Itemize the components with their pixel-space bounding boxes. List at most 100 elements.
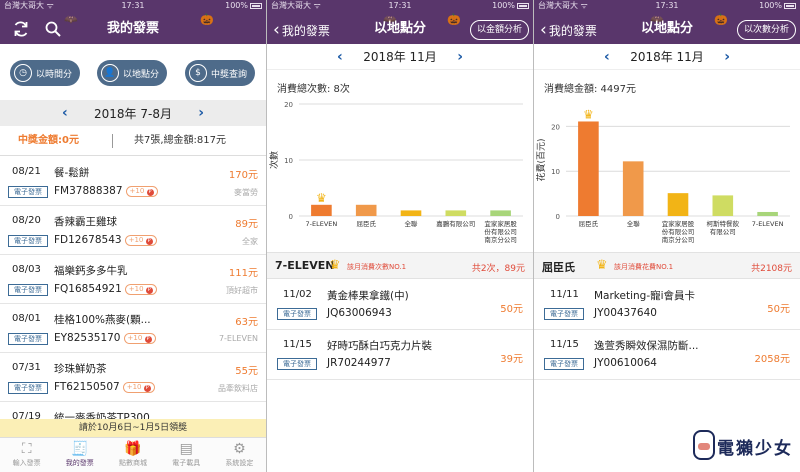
top-store-header: 屈臣氏 ♛ 該月消費花費NO.1 共2108元 bbox=[534, 252, 800, 279]
points-badge: +10 P bbox=[122, 381, 155, 393]
battery-label: 100% bbox=[225, 1, 248, 10]
receipt-row[interactable]: 11/02 黃金棒果拿鐵(中) 電子發票 JQ63006943 50元 bbox=[267, 280, 533, 330]
receipt-amount: 50元 bbox=[767, 304, 790, 315]
receipt-row[interactable]: 07/31 珍珠鮮奶茶 55元 電子發票 FT62150507 +10 P 品牽飲… bbox=[0, 353, 266, 402]
receipt-item: 福樂鈣多多牛乳 bbox=[54, 265, 128, 277]
period-selector: ‹ 2018年 11月 › bbox=[267, 44, 533, 70]
receipt-amount: 170元 bbox=[228, 170, 258, 181]
receipt-row[interactable]: 08/20 香辣霸王雞球 89元 電子發票 FD12678543 +10 P 全家 bbox=[0, 206, 266, 255]
receipt-number: FT62150507 +10 P bbox=[54, 381, 155, 393]
receipt-date: 11/02 bbox=[283, 289, 312, 300]
card-icon: ▤ bbox=[179, 441, 193, 457]
points-badge-text: +10 bbox=[127, 333, 143, 342]
receipt-number: FM37888387 +10 P bbox=[54, 185, 158, 197]
bottom-tab-bar: ⛶ 輸入發票 🧾 我的發票 🎁 點數商城 ▤ 電子載具 ⚙ 系統設定 bbox=[0, 437, 266, 472]
receipt-date: 08/21 bbox=[12, 166, 41, 177]
points-badge-text: +10 bbox=[128, 235, 144, 244]
sort-by-location-button[interactable]: 👤 以地點分 bbox=[97, 60, 167, 86]
x-tick-label: 全聯 bbox=[405, 219, 419, 228]
prize-total: 中獎金額:0元 bbox=[18, 135, 79, 146]
receipt-number-text: FQ16854921 bbox=[54, 283, 122, 295]
prize-check-button[interactable]: $ 中獎查詢 bbox=[185, 60, 255, 86]
gear-icon: ⚙ bbox=[233, 441, 246, 457]
receipt-store: 全家 bbox=[242, 237, 258, 246]
period-selector: ‹ 2018年 7-8月 › bbox=[0, 100, 266, 126]
bar bbox=[667, 193, 689, 216]
receipt-item: 黃金棒果拿鐵(中) bbox=[327, 290, 409, 302]
spending-chart-svg: 花費(百元) 0 10 20 ♛ 屈臣氏 全聯 宜家家居股份有限公司南京分公司 柯斯特餐飲有限公… bbox=[535, 107, 790, 244]
prev-period-icon[interactable]: ‹ bbox=[604, 44, 610, 70]
tab-points-mall[interactable]: 🎁 點數商城 bbox=[106, 438, 159, 472]
period-label: 2018年 11月 bbox=[363, 50, 437, 64]
invoice-total: 共7張,總金額:817元 bbox=[134, 135, 226, 146]
battery-label: 100% bbox=[759, 1, 782, 10]
receipt-row[interactable]: 08/01 桂格100%燕麥(顆... 63元 電子發票 EY82535170 +… bbox=[0, 304, 266, 353]
receipt-number: JR70244977 bbox=[327, 357, 391, 369]
receipt-item: 珍珠鮮奶茶 bbox=[54, 363, 107, 375]
bar bbox=[622, 161, 644, 216]
period-selector: ‹ 2018年 11月 › bbox=[534, 44, 800, 70]
analysis-toggle-button[interactable]: 以金額分析 bbox=[469, 20, 529, 40]
next-period-icon[interactable]: › bbox=[724, 44, 730, 70]
bar bbox=[311, 204, 332, 216]
receipt-amount: 111元 bbox=[228, 268, 258, 279]
y-tick-label: 0 bbox=[289, 213, 293, 221]
points-badge-text: +10 bbox=[128, 284, 144, 293]
bar bbox=[445, 210, 467, 216]
receipt-date: 07/31 bbox=[12, 362, 41, 373]
receipt-store: 品牽飲料店 bbox=[218, 384, 258, 393]
bar bbox=[578, 121, 599, 216]
prize-claim-notice: 請於10月6日~1月5日領獎 bbox=[0, 419, 266, 437]
receipt-amount: 63元 bbox=[235, 317, 258, 328]
e-invoice-tag: 電子發票 bbox=[277, 308, 317, 320]
analysis-toggle-button[interactable]: 以次數分析 bbox=[736, 20, 796, 40]
spending-chart: 消費總金額: 4497元 花費(百元) 0 10 20 ♛ 屈臣氏 全聯 宜家家居股 份有限公司… bbox=[534, 76, 800, 246]
sort-by-time-button[interactable]: ◷ 以時間分 bbox=[10, 60, 80, 86]
e-invoice-tag: 電子發票 bbox=[8, 284, 48, 296]
tab-carrier[interactable]: ▤ 電子載具 bbox=[160, 438, 213, 472]
header-bar: 台灣大哥大 ᯤ 17:31 100% 🦇 🎃 我的發票 bbox=[0, 0, 266, 44]
receipt-row[interactable]: 08/03 福樂鈣多多牛乳 111元 電子發票 FQ16854921 +10 P … bbox=[0, 255, 266, 304]
receipt-amount: 89元 bbox=[235, 219, 258, 230]
points-icon: P bbox=[145, 237, 153, 245]
receipt-row[interactable]: 11/15 好時巧酥白巧克力片裝 電子發票 JR70244977 39元 bbox=[267, 330, 533, 380]
y-tick-label: 20 bbox=[284, 101, 293, 109]
points-badge: +10 P bbox=[124, 234, 157, 246]
visit-count-chart: 消費總次數: 8次 次數 0 10 20 ♛ 7-ELEVEN 屈臣氏 全聯 嘉鵬有限公司 宜家家… bbox=[267, 76, 533, 246]
receipt-number: FQ16854921 +10 P bbox=[54, 283, 157, 295]
receipt-number-text: FM37888387 bbox=[54, 185, 123, 197]
receipt-row[interactable]: 11/11 Marketing-寵i會員卡 電子發票 JY00437640 50… bbox=[534, 280, 800, 330]
tab-label: 電子載具 bbox=[172, 459, 201, 467]
x-tick-label: 有限公司 bbox=[710, 227, 736, 236]
receipt-row[interactable]: 08/21 餐-鬆餅 170元 電子發票 FM37888387 +10 P 麥當勞 bbox=[0, 157, 266, 206]
prev-period-icon[interactable]: ‹ bbox=[337, 44, 343, 70]
tab-my-invoices[interactable]: 🧾 我的發票 bbox=[53, 438, 106, 472]
tab-input-invoice[interactable]: ⛶ 輸入發票 bbox=[0, 438, 53, 472]
summary-bar: 中獎金額:0元 共7張,總金額:817元 bbox=[0, 126, 266, 156]
points-icon: P bbox=[145, 286, 153, 294]
receipt-number: FD12678543 +10 P bbox=[54, 234, 157, 246]
clock-icon: ◷ bbox=[14, 64, 32, 82]
next-period-icon[interactable]: › bbox=[198, 100, 204, 126]
receipt-number: JQ63006943 bbox=[327, 307, 392, 319]
receipt-number: JY00610064 bbox=[594, 357, 657, 369]
chart-summary-label: 消費總次數: 8次 bbox=[277, 84, 350, 95]
receipt-row[interactable]: 11/15 逸萱秀瞬效保濕防斷... 電子發票 JY00610064 2058元 bbox=[534, 330, 800, 380]
receipt-number-text: EY82535170 bbox=[54, 332, 121, 344]
tab-settings[interactable]: ⚙ 系統設定 bbox=[213, 438, 266, 472]
points-icon: P bbox=[144, 335, 152, 343]
receipt-amount: 2058元 bbox=[754, 354, 790, 365]
watermark-logo: 電獺少女 bbox=[693, 424, 793, 468]
x-tick-label: 宜家家居股 bbox=[662, 219, 695, 228]
top-store-stat: 共2108元 bbox=[751, 264, 792, 274]
person-icon: 👤 bbox=[101, 64, 119, 82]
prev-period-icon[interactable]: ‹ bbox=[62, 100, 68, 126]
points-badge: +10 P bbox=[125, 185, 158, 197]
battery-icon bbox=[250, 3, 262, 9]
receipt-date: 08/20 bbox=[12, 215, 41, 226]
next-period-icon[interactable]: › bbox=[457, 44, 463, 70]
receipt-item: 香辣霸王雞球 bbox=[54, 216, 117, 228]
receipt-store: 頂好超市 bbox=[226, 286, 258, 295]
receipt-item: 桂格100%燕麥(顆... bbox=[54, 314, 151, 326]
points-icon: P bbox=[143, 384, 151, 392]
